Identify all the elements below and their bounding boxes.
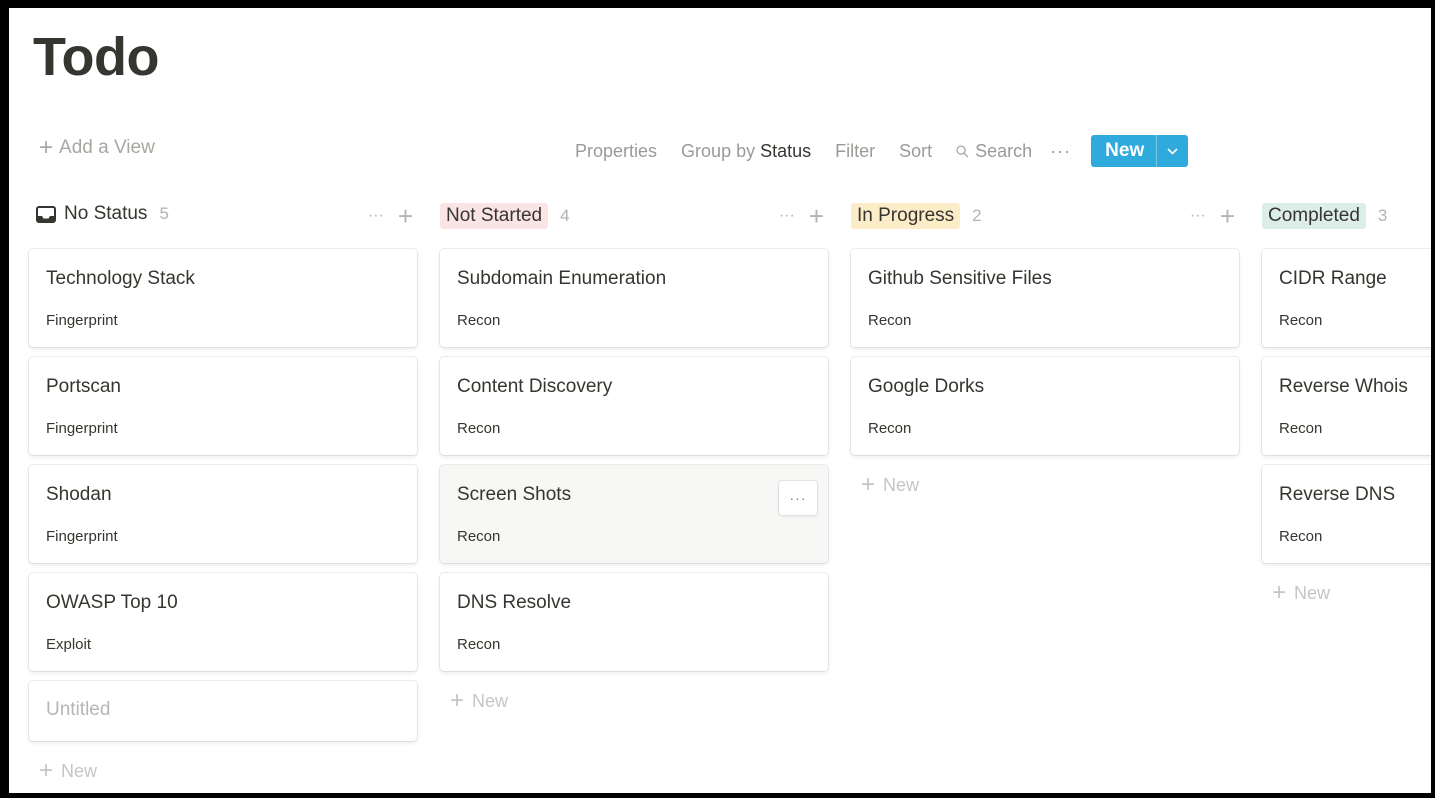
new-button[interactable]: New [1091, 135, 1189, 167]
column-header: Not Started 4 ··· + [440, 198, 828, 234]
page-title: Todo [33, 27, 159, 87]
card-tag: Recon [457, 528, 501, 545]
database-toolbar: + Add a View Properties Group by Status … [9, 132, 1431, 167]
filter-button[interactable]: Filter [835, 141, 875, 162]
card-title: Content Discovery [457, 376, 613, 397]
search-button[interactable]: Search [956, 141, 1032, 162]
card-tag: Recon [457, 312, 501, 329]
card-tag: Recon [457, 636, 501, 653]
add-view-button[interactable]: + Add a View [39, 136, 155, 160]
add-new-card-button[interactable]: + New [29, 751, 417, 791]
card-tag: Recon [457, 420, 501, 437]
card-title: Shodan [46, 484, 112, 505]
plus-icon: + [39, 134, 54, 161]
search-icon [956, 144, 969, 158]
board-card[interactable]: CIDR Range Recon [1262, 249, 1431, 347]
add-view-label: Add a View [59, 137, 155, 158]
status-label-no-status: No Status [29, 203, 147, 225]
board-card[interactable]: Google Dorks Recon [851, 357, 1239, 455]
column-add-icon[interactable]: + [1220, 203, 1235, 229]
column-header: In Progress 2 ··· + [851, 198, 1239, 234]
column-count: 3 [1377, 206, 1388, 225]
status-pill-in-progress: In Progress [851, 203, 961, 229]
board-card[interactable]: OWASP Top 10 Exploit [29, 573, 417, 671]
inbox-icon [36, 205, 56, 223]
add-new-label: New [61, 760, 98, 781]
board-card[interactable]: Reverse DNS Recon [1262, 465, 1431, 563]
card-title: Github Sensitive Files [868, 268, 1052, 289]
plus-icon: + [861, 471, 876, 498]
add-new-card-button[interactable]: + New [440, 681, 828, 721]
card-tag: Recon [868, 420, 912, 437]
add-new-label: New [1294, 582, 1331, 603]
board-card[interactable]: DNS Resolve Recon [440, 573, 828, 671]
board-card[interactable]: Subdomain Enumeration Recon [440, 249, 828, 347]
board-card[interactable]: Github Sensitive Files Recon [851, 249, 1239, 347]
add-new-card-button[interactable]: + New [1262, 573, 1431, 613]
card-title: DNS Resolve [457, 592, 572, 613]
add-new-label: New [883, 474, 920, 495]
status-name: No Status [64, 203, 148, 224]
column-count: 4 [560, 206, 570, 225]
notion-page: Todo + Add a View Properties Group by St… [9, 8, 1431, 793]
card-title: Google Dorks [868, 376, 985, 397]
column-add-icon[interactable]: + [809, 203, 824, 229]
board-column-no-status: No Status 5 ··· + Technology Stack Finge… [29, 198, 417, 783]
card-tag: Recon [1279, 420, 1323, 437]
board-column-in-progress: In Progress 2 ··· + Github Sensitive Fil… [851, 198, 1239, 497]
new-button-label: New [1105, 140, 1145, 161]
card-tag: Exploit [46, 636, 92, 653]
card-tag: Fingerprint [46, 312, 118, 329]
properties-button[interactable]: Properties [575, 141, 657, 162]
board-card-hovered[interactable]: Screen Shots Recon ··· [440, 465, 828, 563]
board-column-completed: Completed 3 CIDR Range Recon Reverse Who… [1262, 198, 1431, 605]
add-new-card-button[interactable]: + New [851, 465, 1239, 505]
board-card[interactable]: Reverse Whois Recon [1262, 357, 1431, 455]
add-new-label: New [472, 690, 509, 711]
group-by-prefix: Group by [681, 140, 761, 161]
board-card[interactable]: Technology Stack Fingerprint [29, 249, 417, 347]
board-card[interactable]: Shodan Fingerprint [29, 465, 417, 563]
column-more-icon[interactable]: ··· [1190, 207, 1206, 225]
card-tag: Recon [868, 312, 912, 329]
board-card[interactable]: Content Discovery Recon [440, 357, 828, 455]
card-tag: Recon [1279, 312, 1323, 329]
card-title: Technology Stack [46, 268, 195, 289]
more-options-icon[interactable]: ··· [1050, 141, 1071, 162]
column-more-icon[interactable]: ··· [779, 207, 795, 225]
column-add-icon[interactable]: + [398, 203, 413, 229]
card-title: Portscan [46, 376, 121, 397]
chevron-down-icon[interactable] [1156, 135, 1188, 167]
group-by-button[interactable]: Group by Status [681, 141, 811, 162]
column-count: 5 [159, 204, 169, 223]
card-title: CIDR Range [1279, 268, 1387, 289]
sort-button[interactable]: Sort [899, 141, 932, 162]
board-card[interactable]: Portscan Fingerprint [29, 357, 417, 455]
card-tag: Fingerprint [46, 528, 118, 545]
group-by-value: Status [760, 140, 812, 161]
card-title-placeholder: Untitled [46, 699, 111, 720]
card-title: Subdomain Enumeration [457, 268, 667, 289]
plus-icon: + [39, 757, 54, 784]
card-title: OWASP Top 10 [46, 592, 178, 613]
column-header: No Status 5 ··· + [29, 198, 417, 234]
card-title: Reverse Whois [1279, 376, 1408, 397]
status-pill-not-started: Not Started [440, 203, 549, 229]
board-card-untitled[interactable]: Untitled [29, 681, 417, 741]
card-more-icon[interactable]: ··· [778, 480, 818, 516]
card-tag: Fingerprint [46, 420, 118, 437]
column-count: 2 [972, 206, 982, 225]
card-title: Reverse DNS [1279, 484, 1396, 505]
toolbar-actions: Properties Group by Status Filter Sort S… [575, 135, 1189, 167]
search-label: Search [975, 140, 1033, 161]
card-title: Screen Shots [457, 484, 572, 505]
column-header: Completed 3 [1262, 198, 1431, 234]
column-more-icon[interactable]: ··· [368, 207, 384, 225]
board-column-not-started: Not Started 4 ··· + Subdomain Enumeratio… [440, 198, 828, 713]
card-tag: Recon [1279, 528, 1323, 545]
plus-icon: + [1272, 579, 1287, 606]
plus-icon: + [450, 687, 465, 714]
status-pill-completed: Completed [1262, 203, 1366, 229]
